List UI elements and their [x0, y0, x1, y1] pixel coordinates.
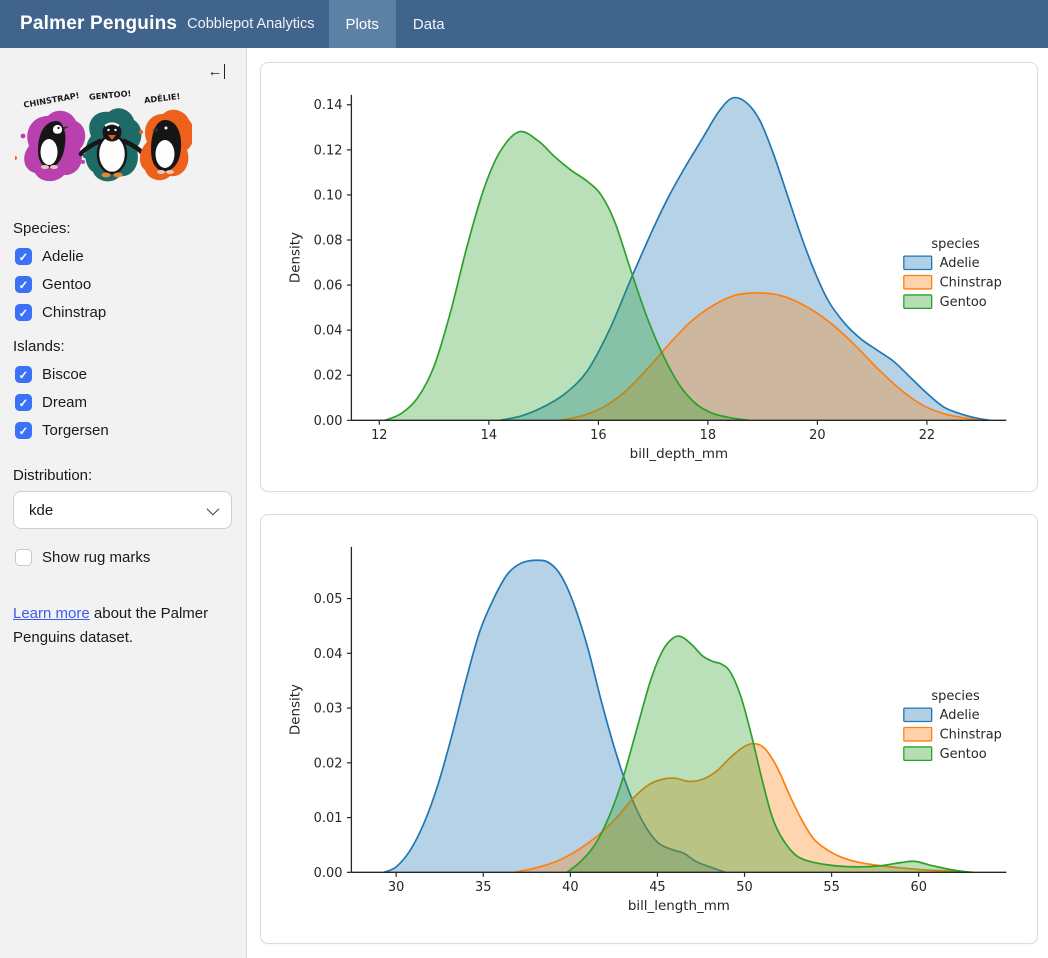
svg-text:0.03: 0.03 [314, 702, 343, 717]
svg-text:50: 50 [736, 880, 752, 895]
islands-checkbox-row-dream[interactable]: ✓ Dream [15, 394, 231, 411]
species-checkbox-row-chinstrap[interactable]: ✓ Chinstrap [15, 304, 231, 321]
chinstrap-label: CHINSTRAP! [23, 90, 81, 110]
svg-text:Density: Density [289, 684, 304, 735]
gentoo-splash [81, 108, 143, 181]
svg-text:species: species [931, 237, 980, 252]
islands-label-biscoe: Biscoe [42, 366, 87, 383]
adelie-label: ADÉLIE! [143, 90, 180, 105]
svg-text:0.01: 0.01 [314, 811, 343, 826]
svg-text:20: 20 [809, 428, 825, 443]
learn-more-text: Learn more about the Palmer Penguins dat… [13, 602, 221, 650]
species-checkbox-chinstrap[interactable]: ✓ [15, 304, 32, 321]
svg-text:0.04: 0.04 [314, 324, 343, 339]
islands-header: Islands: [13, 338, 233, 355]
gentoo-label: GENTOO! [89, 88, 132, 102]
svg-text:40: 40 [562, 880, 578, 895]
species-header: Species: [13, 220, 233, 237]
svg-text:0.02: 0.02 [314, 369, 343, 384]
distribution-select-value: kde [29, 502, 53, 519]
svg-text:bill_depth_mm: bill_depth_mm [630, 447, 728, 462]
svg-text:22: 22 [919, 428, 935, 443]
islands-checkbox-dream[interactable]: ✓ [15, 394, 32, 411]
svg-text:14: 14 [481, 428, 497, 443]
sidebar: ← [0, 48, 247, 958]
bill-depth-density-plot: 12 14 16 18 20 22 0.00 0.02 0.04 0.06 0.08 0.10 0.12… [261, 63, 1037, 491]
show-rug-marks-label: Show rug marks [42, 549, 150, 566]
learn-more-link[interactable]: Learn more [13, 605, 90, 622]
main-content: 12 14 16 18 20 22 0.00 0.02 0.04 0.06 0.08 0.10 0.12… [247, 48, 1048, 958]
svg-text:0.14: 0.14 [314, 98, 343, 113]
species-label-adelie: Adelie [42, 248, 84, 265]
navbar-brand: Palmer Penguins Cobblepot Analytics [0, 0, 315, 48]
svg-text:bill_length_mm: bill_length_mm [628, 899, 730, 914]
svg-text:0.02: 0.02 [314, 756, 343, 771]
svg-text:12: 12 [371, 428, 387, 443]
islands-checkbox-group: ✓ Biscoe ✓ Dream ✓ Torgersen [13, 366, 233, 439]
species-checkbox-group: ✓ Adelie ✓ Gentoo ✓ Chinstrap [13, 248, 233, 321]
svg-text:0.08: 0.08 [314, 233, 343, 248]
svg-text:Gentoo: Gentoo [940, 295, 987, 310]
svg-text:Adelie: Adelie [940, 708, 980, 723]
svg-text:45: 45 [649, 880, 665, 895]
svg-text:0.04: 0.04 [314, 647, 343, 662]
svg-text:30: 30 [388, 880, 404, 895]
distribution-header: Distribution: [13, 467, 233, 484]
species-checkbox-gentoo[interactable]: ✓ [15, 276, 32, 293]
svg-text:0.12: 0.12 [314, 143, 343, 158]
svg-text:Chinstrap: Chinstrap [940, 727, 1002, 742]
nav-tabs: PlotsData [329, 0, 462, 48]
penguin-artwork: CHINSTRAP! GENTOO! ADÉLIE! [15, 86, 233, 203]
svg-text:16: 16 [590, 428, 606, 443]
svg-text:Adelie: Adelie [940, 256, 980, 271]
islands-checkbox-torgersen[interactable]: ✓ [15, 422, 32, 439]
show-rug-marks-checkbox[interactable] [15, 549, 32, 566]
app-subtitle: Cobblepot Analytics [187, 16, 314, 32]
islands-checkbox-biscoe[interactable]: ✓ [15, 366, 32, 383]
svg-text:0.00: 0.00 [314, 866, 343, 881]
svg-text:Chinstrap: Chinstrap [940, 275, 1002, 290]
show-rug-marks-checkbox-row[interactable]: Show rug marks [15, 549, 231, 566]
svg-text:35: 35 [475, 880, 491, 895]
chinstrap-splash [21, 111, 86, 181]
sidebar-collapse-button[interactable]: ← [208, 62, 226, 80]
tab-plots[interactable]: Plots [329, 0, 396, 48]
islands-label-torgersen: Torgersen [42, 422, 109, 439]
bill-length-density-plot: 30 35 40 45 50 55 60 0.00 0.01 0.02 0.03 0.04 0.05 bi… [261, 515, 1037, 943]
svg-text:55: 55 [823, 880, 839, 895]
svg-text:0.05: 0.05 [314, 592, 343, 607]
svg-text:Gentoo: Gentoo [940, 747, 987, 762]
islands-checkbox-row-torgersen[interactable]: ✓ Torgersen [15, 422, 231, 439]
svg-text:18: 18 [700, 428, 716, 443]
species-label-gentoo: Gentoo [42, 276, 91, 293]
species-checkbox-row-adelie[interactable]: ✓ Adelie [15, 248, 231, 265]
app-title: Palmer Penguins [20, 13, 177, 35]
arrow-to-left-icon: ← [208, 64, 223, 79]
islands-label-dream: Dream [42, 394, 87, 411]
species-checkbox-adelie[interactable]: ✓ [15, 248, 32, 265]
islands-checkbox-row-biscoe[interactable]: ✓ Biscoe [15, 366, 231, 383]
card-bill-depth: 12 14 16 18 20 22 0.00 0.02 0.04 0.06 0.08 0.10 0.12… [260, 62, 1038, 492]
card-bill-length: 30 35 40 45 50 55 60 0.00 0.01 0.02 0.03 0.04 0.05 bi… [260, 514, 1038, 944]
svg-text:species: species [931, 689, 980, 704]
species-label-chinstrap: Chinstrap [42, 304, 106, 321]
svg-text:Density: Density [289, 232, 304, 283]
svg-text:60: 60 [910, 880, 926, 895]
svg-text:0.06: 0.06 [314, 279, 343, 294]
chevron-down-icon [207, 502, 220, 515]
tab-data[interactable]: Data [396, 0, 462, 48]
species-checkbox-row-gentoo[interactable]: ✓ Gentoo [15, 276, 231, 293]
navbar: Palmer Penguins Cobblepot Analytics Plot… [0, 0, 1048, 48]
distribution-select[interactable]: kde [13, 491, 232, 529]
svg-text:0.00: 0.00 [314, 414, 343, 429]
svg-text:0.10: 0.10 [314, 188, 343, 203]
